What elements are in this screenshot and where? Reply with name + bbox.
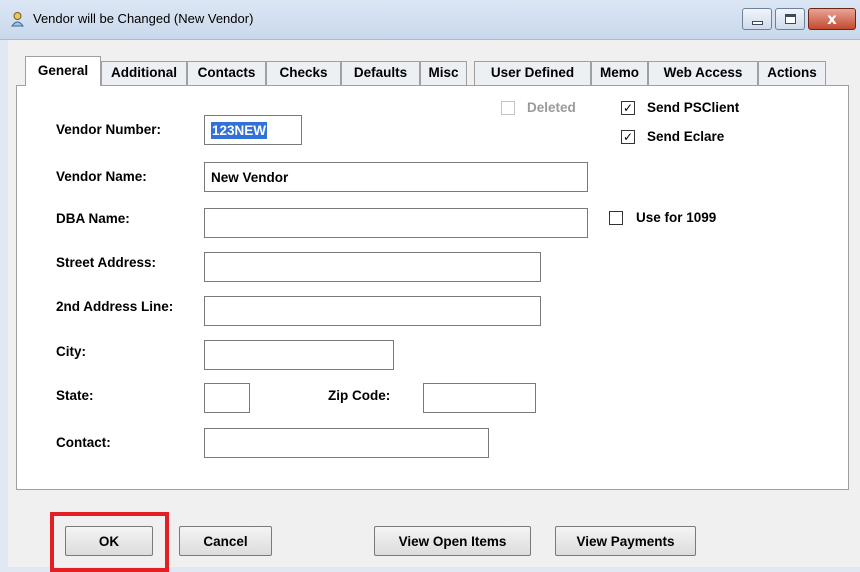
tab-label: Contacts	[197, 65, 256, 80]
tab-defaults[interactable]: Defaults	[341, 61, 420, 85]
address-line2-input[interactable]	[204, 296, 541, 326]
view-open-items-button[interactable]: View Open Items	[374, 526, 531, 556]
tab-label: User Defined	[490, 65, 575, 80]
tab-user-defined[interactable]: User Defined	[474, 61, 591, 85]
vendor-number-label: Vendor Number:	[56, 122, 162, 137]
vendor-name-label: Vendor Name:	[56, 169, 147, 184]
tab-label: Memo	[599, 65, 639, 80]
tab-label: Checks	[279, 65, 328, 80]
state-label: State:	[56, 388, 94, 403]
window-title: Vendor will be Changed (New Vendor)	[33, 11, 254, 26]
view-payments-button-label: View Payments	[576, 534, 675, 549]
use-for-1099-checkbox[interactable]	[609, 211, 623, 225]
tab-label: Actions	[767, 65, 817, 80]
tab-misc[interactable]: Misc	[420, 61, 467, 85]
deleted-checkbox[interactable]	[501, 101, 515, 115]
minimize-button[interactable]	[742, 8, 772, 30]
tab-label: Web Access	[663, 65, 743, 80]
tab-checks[interactable]: Checks	[266, 61, 341, 85]
general-tab-panel: Deleted ✓ Send PSClient ✓ Send Eclare Ve…	[16, 85, 849, 490]
state-input[interactable]	[204, 383, 250, 413]
zip-code-input[interactable]	[423, 383, 536, 413]
minimize-icon	[752, 21, 763, 25]
vendor-name-input[interactable]: New Vendor	[204, 162, 588, 192]
city-input[interactable]	[204, 340, 394, 370]
vendor-number-input[interactable]: 123NEW	[204, 115, 302, 145]
title-bar[interactable]: Vendor will be Changed (New Vendor) x	[0, 0, 860, 40]
tab-web-access[interactable]: Web Access	[648, 61, 758, 85]
dba-name-label: DBA Name:	[56, 211, 130, 226]
cancel-button-label: Cancel	[203, 534, 248, 549]
tab-general[interactable]: General	[25, 56, 101, 86]
send-psclient-checkbox[interactable]: ✓	[621, 101, 635, 115]
tab-actions[interactable]: Actions	[758, 61, 826, 85]
street-address-input[interactable]	[204, 252, 541, 282]
view-payments-button[interactable]: View Payments	[555, 526, 696, 556]
view-open-items-button-label: View Open Items	[398, 534, 507, 549]
checkmark-icon: ✓	[622, 101, 634, 115]
deleted-label: Deleted	[527, 100, 576, 115]
tab-contacts[interactable]: Contacts	[187, 61, 266, 85]
close-icon: x	[827, 10, 837, 28]
tab-memo[interactable]: Memo	[591, 61, 648, 85]
city-label: City:	[56, 344, 86, 359]
tab-label: General	[37, 63, 89, 78]
cancel-button[interactable]: Cancel	[179, 526, 272, 556]
tab-label: Defaults	[353, 65, 408, 80]
send-eclare-checkbox[interactable]: ✓	[621, 130, 635, 144]
use-for-1099-label: Use for 1099	[636, 210, 717, 225]
send-psclient-label: Send PSClient	[647, 100, 740, 115]
tab-label: Misc	[428, 65, 459, 80]
zip-code-label: Zip Code:	[328, 388, 391, 403]
vendor-app-icon	[11, 12, 24, 27]
vendor-name-value: New Vendor	[211, 170, 289, 185]
address-line2-label: 2nd Address Line:	[56, 299, 174, 314]
checkmark-icon: ✓	[622, 130, 634, 144]
vendor-number-value: 123NEW	[211, 122, 268, 139]
street-address-label: Street Address:	[56, 255, 157, 270]
ok-button-highlight	[50, 512, 169, 572]
contact-label: Contact:	[56, 435, 111, 450]
close-button[interactable]: x	[808, 8, 856, 30]
maximize-button[interactable]	[775, 8, 805, 30]
tab-additional[interactable]: Additional	[101, 61, 187, 85]
contact-input[interactable]	[204, 428, 489, 458]
maximize-icon	[785, 14, 796, 24]
send-eclare-label: Send Eclare	[647, 129, 725, 144]
dba-name-input[interactable]	[204, 208, 588, 238]
dialog-body: General Additional Contacts Checks Defau…	[8, 40, 860, 572]
tab-label: Additional	[111, 65, 177, 80]
